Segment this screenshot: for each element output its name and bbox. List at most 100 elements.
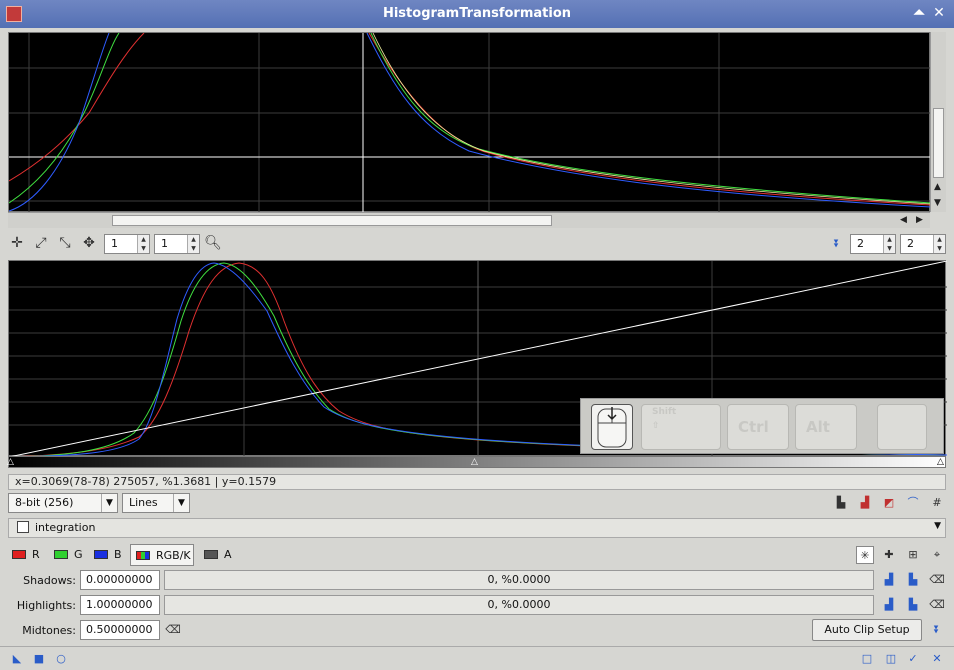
pan-mode-icon[interactable]: ✥ (80, 234, 98, 252)
channel-a-label: A (224, 548, 232, 561)
collapse-icon[interactable]: ⏬︎ (828, 235, 846, 253)
cancel-icon[interactable]: ✕ (928, 650, 946, 668)
intensity-gradient-strip: △ △ △ (7, 456, 946, 468)
highlights-histogram-icon[interactable]: ▟ (880, 596, 898, 614)
extra-key-indicator (877, 404, 927, 450)
channel-rgbk-label: RGB/K (156, 549, 191, 562)
zoom-curve-combined (372, 33, 931, 205)
ctrl-key-label: Ctrl (738, 418, 769, 436)
scroll-up-arrow-icon[interactable]: ▲ (934, 182, 941, 192)
view-selector[interactable]: integration ▼ (8, 518, 946, 538)
reset-icon[interactable]: ◫ (882, 650, 900, 668)
right-vertical-value: 2 (907, 237, 914, 250)
channel-r-label: R (32, 548, 40, 561)
shadows-input[interactable]: 0.00000000 (80, 570, 160, 590)
zoomed-histogram-view[interactable] (8, 32, 931, 213)
shadows-label: Shadows: (23, 574, 76, 587)
edit-mode-icon[interactable]: ✛ (8, 234, 26, 252)
highlights-auto-icon[interactable]: ▙ (904, 596, 922, 614)
right-horizontal-spinner[interactable]: 2 ▲ ▼ (850, 234, 896, 254)
scroll-down-arrow-icon[interactable]: ▼ (934, 198, 941, 208)
midtones-label: Midtones: (22, 624, 76, 637)
dropdown-arrow-icon[interactable]: ▼ (934, 521, 941, 531)
title-bar: HistogramTransformation ⏶ ✕ (0, 0, 954, 28)
spinner-arrows-icon[interactable]: ▲ ▼ (187, 235, 199, 253)
alt-key-label: Alt (806, 418, 830, 436)
transfer-curve-icon[interactable]: ⌒ (904, 494, 922, 512)
highlights-reset-icon[interactable]: ⌫ (928, 596, 946, 614)
spinner-arrows-icon[interactable]: ▲ ▼ (933, 235, 945, 253)
real-time-preview-icon[interactable]: ○ (52, 650, 70, 668)
midtones-reset-icon[interactable]: ⌫ (164, 621, 182, 639)
midtones-input[interactable]: 0.50000000 (80, 620, 160, 640)
spinner-arrows-icon[interactable]: ▲ ▼ (883, 235, 895, 253)
highlights-clipping-count: 0, %0.0000 (164, 595, 874, 615)
shadows-histogram-icon[interactable]: ▟ (880, 571, 898, 589)
clipping-highlights-icon[interactable]: ⊞ (904, 546, 922, 564)
graph-style-combo[interactable]: Lines ▼ (122, 493, 190, 513)
resolution-combo[interactable]: 8-bit (256) ▼ (8, 493, 118, 513)
zoom-horizontal-scrollbar[interactable]: ◀ ▶ (8, 212, 930, 228)
zoom-curve-green-tail (370, 33, 931, 204)
expand-icon[interactable]: ⏬︎ (928, 621, 946, 639)
zoom-vertical-scrollbar[interactable]: ▲ ▼ (930, 32, 946, 212)
channel-a[interactable]: A (204, 544, 232, 566)
midtones-marker-icon[interactable]: △ (471, 457, 478, 467)
histogram-linear-icon[interactable]: ▙ (832, 494, 850, 512)
vertical-zoom-value: 1 (161, 237, 168, 250)
cursor-readout: x=0.3069(78-78) 275057, %1.3681 | y=0.15… (8, 474, 946, 490)
clipping-both-icon[interactable]: ⌖ (928, 546, 946, 564)
shift-key-indicator: Shift ⇧ (641, 404, 721, 450)
histogram-rendering-icon[interactable]: ◩ (880, 494, 898, 512)
close-window-icon[interactable]: ✕ (930, 4, 948, 22)
channel-g[interactable]: G (54, 544, 83, 566)
shift-arrow-icon: ⇧ (652, 421, 660, 431)
shadows-auto-icon[interactable]: ▙ (904, 571, 922, 589)
alt-key-indicator: Alt (795, 404, 857, 450)
auto-clip-setup-button[interactable]: Auto Clip Setup (812, 619, 922, 641)
scroll-right-arrow-icon[interactable]: ▶ (916, 215, 923, 225)
crosshair-readout-icon[interactable]: ✳ (856, 546, 874, 564)
apply-check-icon[interactable]: ✓ (904, 650, 922, 668)
scroll-left-arrow-icon[interactable]: ◀ (900, 215, 907, 225)
shift-key-label: Shift (652, 407, 677, 417)
modifier-keys-overlay: Shift ⇧ Ctrl Alt (580, 398, 944, 454)
channel-rgbk[interactable]: RGB/K (130, 544, 194, 566)
highlights-input[interactable]: 1.00000000 (80, 595, 160, 615)
shade-window-icon[interactable]: ⏶ (910, 4, 928, 22)
vertical-scroll-thumb[interactable] (933, 108, 944, 178)
channel-b-label: B (114, 548, 122, 561)
new-instance-icon[interactable]: ◣ (8, 650, 26, 668)
shadows-marker-icon[interactable]: △ (7, 457, 14, 467)
apply-global-icon[interactable]: ■ (30, 650, 48, 668)
ctrl-key-indicator: Ctrl (727, 404, 789, 450)
mouse-icon (591, 404, 633, 450)
zoom-curve-green (9, 33, 120, 204)
horizontal-zoom-spinner[interactable]: 1 ▲ ▼ (104, 234, 150, 254)
zoom-in-mode-icon[interactable]: ⤢ (32, 234, 50, 252)
red-swatch-icon (12, 550, 26, 559)
alpha-swatch-icon (204, 550, 218, 559)
grid-toggle-icon[interactable]: # (928, 494, 946, 512)
shadows-reset-icon[interactable]: ⌫ (928, 571, 946, 589)
view-name: integration (35, 521, 96, 534)
channel-b[interactable]: B (94, 544, 122, 566)
image-view-icon (17, 521, 29, 533)
browse-documentation-icon[interactable]: □ (858, 650, 876, 668)
dropdown-arrow-icon[interactable]: ▼ (173, 494, 189, 512)
highlights-marker-icon[interactable]: △ (937, 457, 944, 467)
clipping-shadows-icon[interactable]: ✚ (880, 546, 898, 564)
process-control-bar: ◣ ■ ○ □ ◫ ✓ ✕ (0, 646, 954, 670)
right-vertical-spinner[interactable]: 2 ▲ ▼ (900, 234, 946, 254)
zoom-magnifier-icon[interactable]: 🔍︎ (204, 234, 222, 252)
zoom-out-mode-icon[interactable]: ⤡ (56, 234, 74, 252)
histogram-log-icon[interactable]: ▟ (856, 494, 874, 512)
spinner-arrows-icon[interactable]: ▲ ▼ (137, 235, 149, 253)
graph-style-value: Lines (129, 496, 158, 509)
channel-r[interactable]: R (12, 544, 40, 566)
horizontal-zoom-value: 1 (111, 237, 118, 250)
vertical-zoom-spinner[interactable]: 1 ▲ ▼ (154, 234, 200, 254)
dropdown-arrow-icon[interactable]: ▼ (101, 494, 117, 512)
shadows-clipping-count: 0, %0.0000 (164, 570, 874, 590)
horizontal-scroll-thumb[interactable] (112, 215, 552, 226)
